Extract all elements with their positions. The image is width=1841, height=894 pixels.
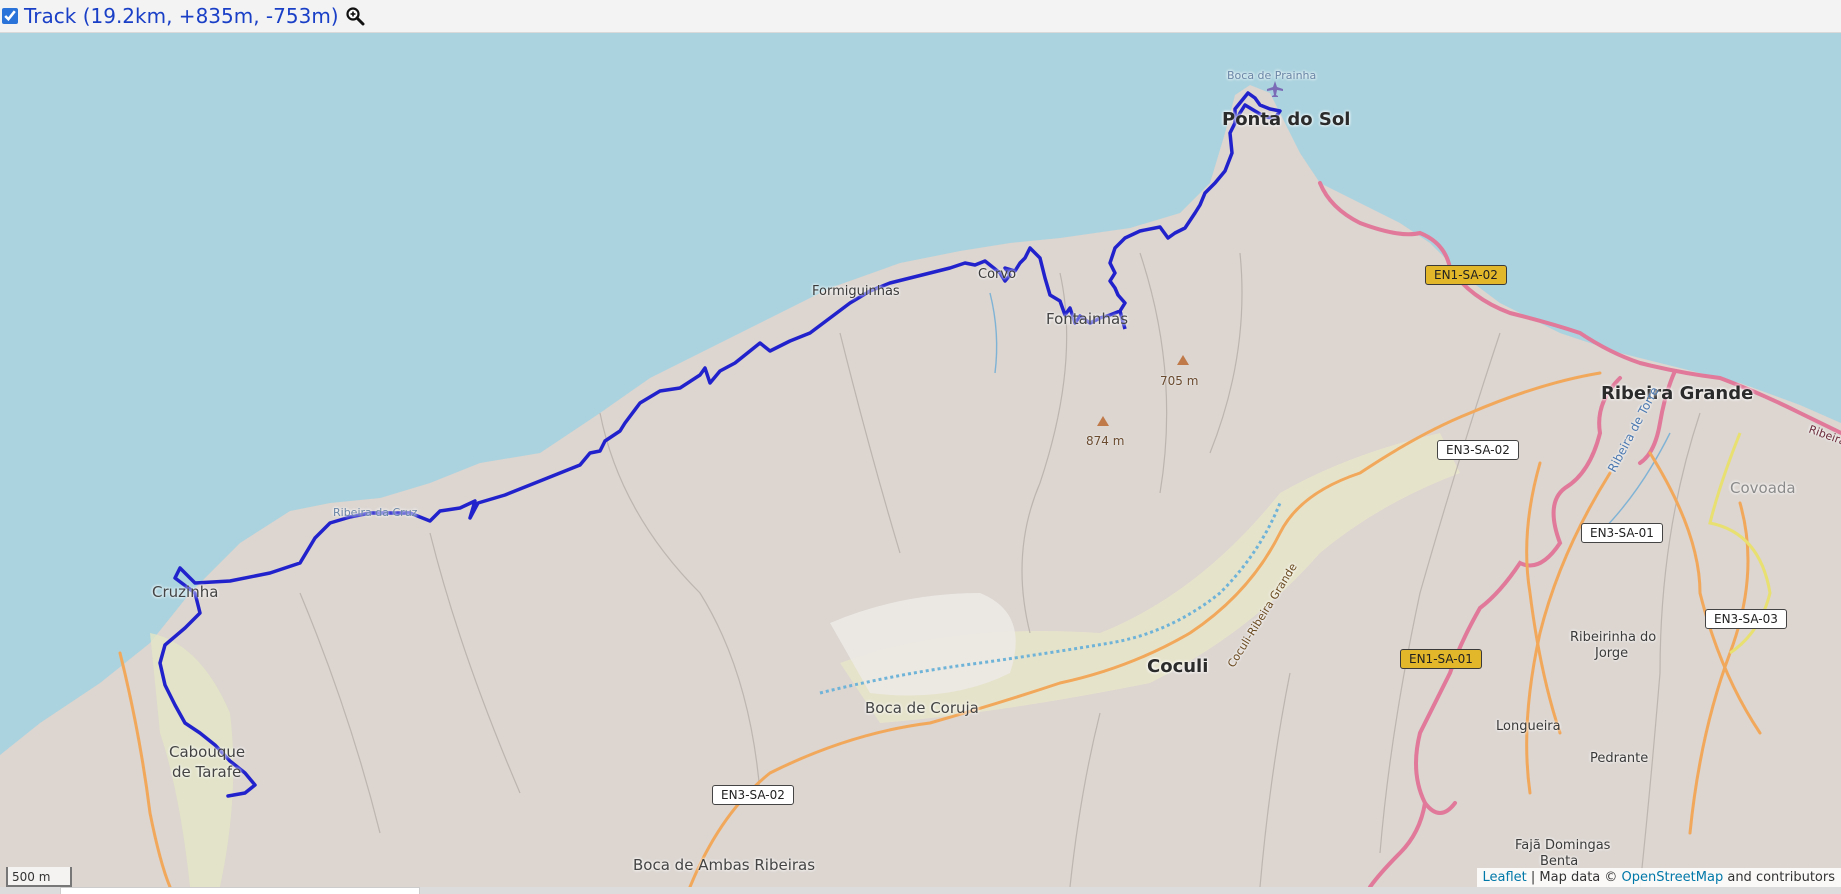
peak-label-705: 705 m — [1160, 374, 1199, 388]
zoom-to-track-icon[interactable] — [345, 6, 365, 26]
place-ribeira-de-cruz: Ribeira da Cruz — [333, 506, 418, 519]
place-faja-line1: Fajã Domingas — [1515, 838, 1611, 853]
place-cruzinha: Cruzinha — [152, 583, 219, 601]
place-ribeirinha-line2: Jorge — [1595, 646, 1629, 661]
place-boca-de-prainha: Boca de Prainha — [1227, 69, 1317, 82]
attribution-contributors: and contributors — [1723, 870, 1835, 885]
road-shield-en3-sa-02-west: EN3-SA-02 — [712, 785, 794, 805]
place-corvo: Corvo — [978, 267, 1017, 282]
place-boca-de-ambas-ribeiras: Boca de Ambas Ribeiras — [633, 856, 816, 874]
scale-bar: 500 m — [6, 867, 72, 887]
layer-control-bar: Track (19.2km, +835m, -753m) — [0, 0, 1841, 33]
place-boca-de-coruja: Boca de Coruja — [865, 699, 979, 717]
openstreetmap-link[interactable]: OpenStreetMap — [1622, 870, 1724, 885]
place-ribeira-grande: Ribeira Grande — [1601, 383, 1754, 404]
track-label: Track (19.2km, +835m, -753m) — [24, 4, 339, 28]
attribution-sep: | Map data © — [1526, 870, 1622, 885]
place-covoada: Covoada — [1730, 479, 1796, 497]
map-attribution: Leaflet | Map data © OpenStreetMap and c… — [1476, 868, 1841, 887]
place-formiguinhas: Formiguinhas — [812, 284, 900, 299]
place-ponta-do-sol: Ponta do Sol — [1222, 109, 1351, 130]
place-cabouque-line1: Cabouque — [169, 743, 246, 761]
leaflet-link[interactable]: Leaflet — [1483, 870, 1527, 885]
track-visibility-checkbox[interactable] — [2, 8, 18, 24]
place-fontainhas: Fontainhas — [1046, 310, 1129, 328]
road-shield-en3-sa-01: EN3-SA-01 — [1581, 523, 1663, 543]
place-pedrante: Pedrante — [1590, 751, 1649, 766]
road-shield-en3-sa-02-east: EN3-SA-02 — [1437, 440, 1519, 460]
road-shield-en3-sa-03: EN3-SA-03 — [1705, 609, 1787, 629]
road-shield-en1-sa-02: EN1-SA-02 — [1425, 265, 1507, 285]
place-longueira: Longueira — [1496, 719, 1561, 734]
place-cabouque-line2: de Tarafe — [172, 763, 242, 781]
bottom-panel-strip — [0, 887, 1841, 894]
place-ribeirinha-line1: Ribeirinha do — [1570, 630, 1657, 645]
place-coculi: Coculi — [1147, 656, 1209, 677]
road-shield-en1-sa-01: EN1-SA-01 — [1400, 649, 1482, 669]
place-faja-line2: Benta — [1540, 854, 1579, 869]
map-canvas — [0, 33, 1841, 887]
peak-label-874: 874 m — [1086, 434, 1125, 448]
bottom-panel-tab[interactable] — [60, 887, 420, 894]
map-view[interactable]: Boca de Prainha Ponta do Sol Ribeira Gra… — [0, 33, 1841, 887]
